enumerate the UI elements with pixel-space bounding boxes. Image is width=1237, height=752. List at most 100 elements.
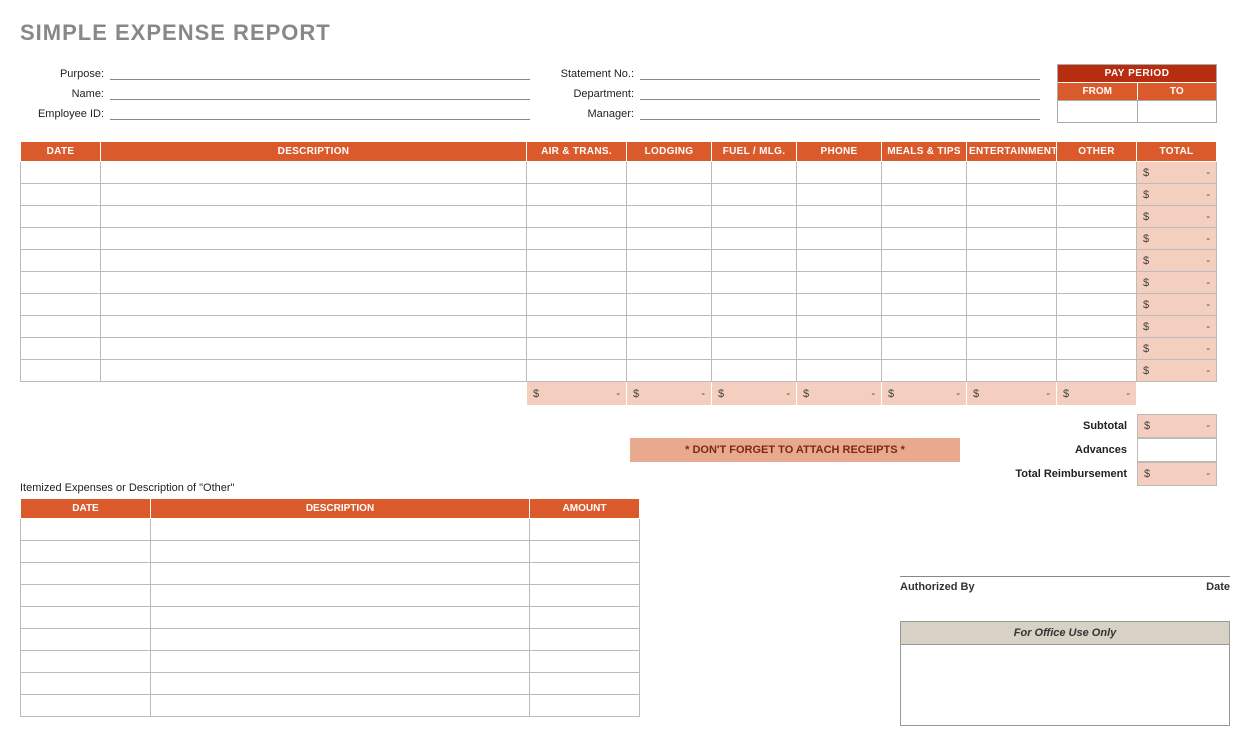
value-advances[interactable] bbox=[1137, 438, 1217, 462]
table-cell[interactable] bbox=[1057, 250, 1137, 272]
table-cell[interactable] bbox=[21, 338, 101, 360]
table-cell[interactable] bbox=[967, 338, 1057, 360]
table-cell[interactable] bbox=[967, 294, 1057, 316]
table-cell[interactable] bbox=[1057, 294, 1137, 316]
table-cell[interactable] bbox=[1057, 316, 1137, 338]
table-cell[interactable] bbox=[797, 338, 882, 360]
table-cell[interactable] bbox=[527, 206, 627, 228]
table-cell[interactable] bbox=[797, 206, 882, 228]
table-cell[interactable] bbox=[712, 184, 797, 206]
table-cell[interactable] bbox=[21, 228, 101, 250]
table-cell[interactable] bbox=[712, 162, 797, 184]
table-cell[interactable] bbox=[882, 360, 967, 382]
table-cell[interactable] bbox=[21, 519, 151, 541]
table-cell[interactable] bbox=[882, 272, 967, 294]
table-cell[interactable] bbox=[101, 250, 527, 272]
table-cell[interactable] bbox=[151, 585, 530, 607]
office-use-body[interactable] bbox=[901, 645, 1229, 725]
table-cell[interactable] bbox=[21, 541, 151, 563]
table-cell[interactable] bbox=[151, 651, 530, 673]
input-department[interactable] bbox=[640, 84, 1040, 100]
table-cell[interactable] bbox=[882, 316, 967, 338]
table-cell[interactable] bbox=[151, 563, 530, 585]
table-cell[interactable] bbox=[527, 250, 627, 272]
pay-period-from-input[interactable] bbox=[1058, 100, 1137, 122]
table-cell[interactable] bbox=[797, 184, 882, 206]
table-cell[interactable] bbox=[882, 206, 967, 228]
table-cell[interactable] bbox=[530, 585, 640, 607]
table-cell[interactable] bbox=[21, 607, 151, 629]
table-cell[interactable] bbox=[797, 162, 882, 184]
table-cell[interactable] bbox=[797, 360, 882, 382]
input-name[interactable] bbox=[110, 84, 530, 100]
table-cell[interactable] bbox=[967, 162, 1057, 184]
input-employee-id[interactable] bbox=[110, 104, 530, 120]
table-cell[interactable] bbox=[967, 206, 1057, 228]
table-cell[interactable] bbox=[712, 294, 797, 316]
table-cell[interactable] bbox=[797, 250, 882, 272]
table-cell[interactable] bbox=[530, 519, 640, 541]
table-cell[interactable] bbox=[101, 206, 527, 228]
table-cell[interactable] bbox=[101, 316, 527, 338]
table-cell[interactable] bbox=[967, 272, 1057, 294]
table-cell[interactable] bbox=[967, 360, 1057, 382]
table-cell[interactable] bbox=[527, 162, 627, 184]
table-cell[interactable] bbox=[151, 519, 530, 541]
table-cell[interactable] bbox=[712, 272, 797, 294]
table-cell[interactable] bbox=[21, 206, 101, 228]
table-cell[interactable] bbox=[21, 563, 151, 585]
table-cell[interactable] bbox=[712, 360, 797, 382]
table-cell[interactable] bbox=[882, 162, 967, 184]
table-cell[interactable] bbox=[1057, 338, 1137, 360]
table-cell[interactable] bbox=[21, 162, 101, 184]
table-cell[interactable] bbox=[797, 316, 882, 338]
table-cell[interactable] bbox=[882, 228, 967, 250]
table-cell[interactable] bbox=[101, 360, 527, 382]
table-cell[interactable] bbox=[527, 360, 627, 382]
table-cell[interactable] bbox=[530, 695, 640, 717]
table-cell[interactable] bbox=[1057, 162, 1137, 184]
table-cell[interactable] bbox=[21, 184, 101, 206]
table-cell[interactable] bbox=[627, 206, 712, 228]
input-statement-no[interactable] bbox=[640, 64, 1040, 80]
table-cell[interactable] bbox=[101, 184, 527, 206]
table-cell[interactable] bbox=[527, 228, 627, 250]
table-cell[interactable] bbox=[627, 228, 712, 250]
table-cell[interactable] bbox=[1057, 184, 1137, 206]
table-cell[interactable] bbox=[151, 695, 530, 717]
table-cell[interactable] bbox=[627, 338, 712, 360]
table-cell[interactable] bbox=[21, 250, 101, 272]
table-cell[interactable] bbox=[627, 316, 712, 338]
table-cell[interactable] bbox=[1057, 272, 1137, 294]
table-cell[interactable] bbox=[712, 338, 797, 360]
table-cell[interactable] bbox=[21, 585, 151, 607]
table-cell[interactable] bbox=[882, 184, 967, 206]
table-cell[interactable] bbox=[530, 563, 640, 585]
table-cell[interactable] bbox=[151, 607, 530, 629]
table-cell[interactable] bbox=[712, 316, 797, 338]
table-cell[interactable] bbox=[101, 294, 527, 316]
table-cell[interactable] bbox=[967, 316, 1057, 338]
table-cell[interactable] bbox=[21, 651, 151, 673]
table-cell[interactable] bbox=[627, 294, 712, 316]
table-cell[interactable] bbox=[627, 272, 712, 294]
table-cell[interactable] bbox=[527, 338, 627, 360]
table-cell[interactable] bbox=[530, 651, 640, 673]
table-cell[interactable] bbox=[797, 272, 882, 294]
table-cell[interactable] bbox=[712, 228, 797, 250]
table-cell[interactable] bbox=[1057, 206, 1137, 228]
pay-period-to-input[interactable] bbox=[1137, 100, 1217, 122]
table-cell[interactable] bbox=[712, 250, 797, 272]
table-cell[interactable] bbox=[527, 294, 627, 316]
table-cell[interactable] bbox=[101, 162, 527, 184]
table-cell[interactable] bbox=[527, 184, 627, 206]
table-cell[interactable] bbox=[530, 673, 640, 695]
table-cell[interactable] bbox=[967, 250, 1057, 272]
table-cell[interactable] bbox=[151, 673, 530, 695]
table-cell[interactable] bbox=[530, 607, 640, 629]
table-cell[interactable] bbox=[101, 228, 527, 250]
table-cell[interactable] bbox=[627, 360, 712, 382]
table-cell[interactable] bbox=[797, 294, 882, 316]
table-cell[interactable] bbox=[882, 338, 967, 360]
table-cell[interactable] bbox=[21, 360, 101, 382]
